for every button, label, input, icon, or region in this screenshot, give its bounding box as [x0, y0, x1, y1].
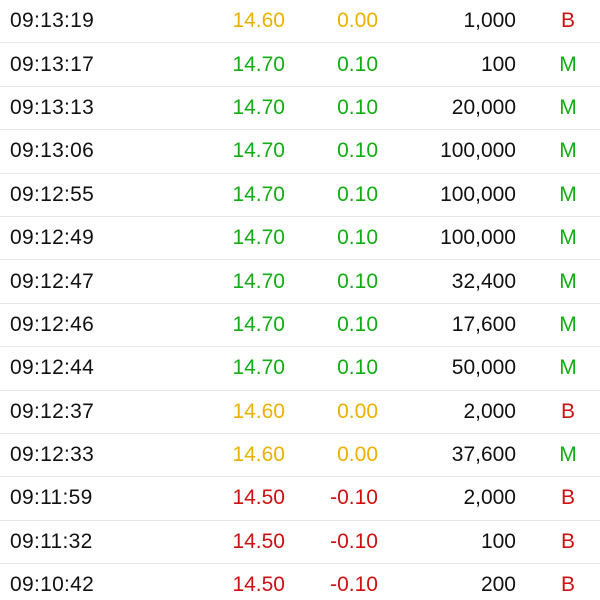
trade-side-badge: B: [560, 573, 575, 597]
trade-change: 0.00: [337, 443, 378, 467]
trade-row[interactable]: 09:12:33 14.60 0.00 37,600 M: [0, 434, 600, 478]
trade-side-badge: B: [560, 529, 575, 553]
trade-row[interactable]: 09:10:42 14.50 -0.10 200 B: [0, 564, 600, 600]
trade-side-badge: M: [559, 312, 577, 336]
trade-time: 09:11:32: [10, 529, 93, 553]
trade-volume: 100,000: [440, 182, 516, 206]
trade-change: 0.10: [337, 269, 378, 293]
trade-row[interactable]: 09:12:44 14.70 0.10 50,000 M: [0, 347, 600, 391]
trade-price: 14.50: [232, 573, 285, 597]
trade-change: 0.10: [337, 226, 378, 250]
trade-row[interactable]: 09:13:06 14.70 0.10 100,000 M: [0, 130, 600, 174]
trade-price: 14.70: [232, 312, 285, 336]
trade-volume: 50,000: [451, 356, 516, 380]
trade-row[interactable]: 09:12:47 14.70 0.10 32,400 M: [0, 260, 600, 304]
trade-side-badge: M: [559, 95, 577, 119]
trade-row[interactable]: 09:12:37 14.60 0.00 2,000 B: [0, 391, 600, 434]
trade-change: 0.10: [337, 95, 378, 119]
trade-side-badge: M: [559, 52, 577, 76]
trade-volume: 20,000: [451, 95, 516, 119]
trade-volume: 100,000: [440, 139, 516, 163]
trade-volume: 2,000: [463, 399, 516, 423]
trade-side-badge: B: [560, 9, 575, 33]
trade-row[interactable]: 09:13:13 14.70 0.10 20,000 M: [0, 87, 600, 131]
trade-change: 0.10: [337, 312, 378, 336]
trade-time: 09:12:47: [10, 269, 95, 293]
trade-volume: 2,000: [463, 486, 516, 510]
trade-row[interactable]: 09:12:46 14.70 0.10 17,600 M: [0, 304, 600, 348]
trade-price: 14.60: [232, 399, 285, 423]
trade-time: 09:12:49: [10, 226, 95, 250]
trade-time: 09:10:42: [10, 573, 95, 597]
trade-price: 14.70: [232, 269, 285, 293]
trade-time: 09:12:33: [10, 443, 95, 467]
trade-row[interactable]: 09:11:59 14.50 -0.10 2,000 B: [0, 477, 600, 521]
trade-volume: 200: [480, 573, 516, 597]
trade-volume: 37,600: [451, 443, 516, 467]
trade-change: 0.00: [337, 399, 378, 423]
trade-volume: 17,600: [451, 312, 516, 336]
trade-row[interactable]: 09:12:55 14.70 0.10 100,000 M: [0, 174, 600, 217]
trade-price: 14.50: [232, 529, 285, 553]
trade-price: 14.70: [232, 52, 285, 76]
trade-time: 09:13:06: [10, 139, 95, 163]
trade-side-badge: M: [559, 226, 577, 250]
trade-change: 0.10: [337, 356, 378, 380]
trade-price: 14.60: [232, 9, 285, 33]
trade-change: 0.10: [337, 139, 378, 163]
trade-volume: 100: [480, 52, 516, 76]
trade-row[interactable]: 09:13:19 14.60 0.00 1,000 B: [0, 0, 600, 44]
trade-time: 09:12:55: [10, 182, 95, 206]
trade-side-badge: B: [560, 486, 575, 510]
trade-price: 14.60: [232, 443, 285, 467]
trade-time: 09:12:37: [10, 399, 95, 423]
trade-volume: 100: [480, 529, 516, 553]
trade-change: 0.10: [337, 52, 378, 76]
trade-change: 0.00: [337, 9, 378, 33]
trade-side-badge: B: [560, 399, 575, 423]
trade-price: 14.70: [232, 182, 285, 206]
trade-volume: 100,000: [440, 226, 516, 250]
trade-time: 09:11:59: [10, 486, 93, 510]
trade-volume: 32,400: [451, 269, 516, 293]
trade-row[interactable]: 09:11:32 14.50 -0.10 100 B: [0, 521, 600, 565]
trade-time: 09:13:13: [10, 95, 95, 119]
trade-side-badge: M: [559, 269, 577, 293]
trade-price: 14.70: [232, 139, 285, 163]
trade-side-badge: M: [559, 443, 577, 467]
trade-row[interactable]: 09:12:49 14.70 0.10 100,000 M: [0, 217, 600, 261]
trade-change: 0.10: [337, 182, 378, 206]
trade-time: 09:12:46: [10, 312, 95, 336]
trade-volume: 1,000: [463, 9, 516, 33]
trade-row[interactable]: 09:13:17 14.70 0.10 100 M: [0, 43, 600, 87]
trade-side-badge: M: [559, 182, 577, 206]
trade-price: 14.70: [232, 356, 285, 380]
trade-price: 14.50: [232, 486, 285, 510]
trade-time: 09:13:19: [10, 9, 95, 33]
trade-time: 09:12:44: [10, 356, 95, 380]
trade-change: -0.10: [330, 486, 378, 510]
trade-time: 09:13:17: [10, 52, 95, 76]
trade-change: -0.10: [330, 529, 378, 553]
trade-price: 14.70: [232, 95, 285, 119]
trade-side-badge: M: [559, 139, 577, 163]
trade-list[interactable]: 09:13:19 14.60 0.00 1,000 B 09:13:17 14.…: [0, 0, 600, 600]
trade-price: 14.70: [232, 226, 285, 250]
trade-side-badge: M: [559, 356, 577, 380]
trade-change: -0.10: [330, 573, 378, 597]
